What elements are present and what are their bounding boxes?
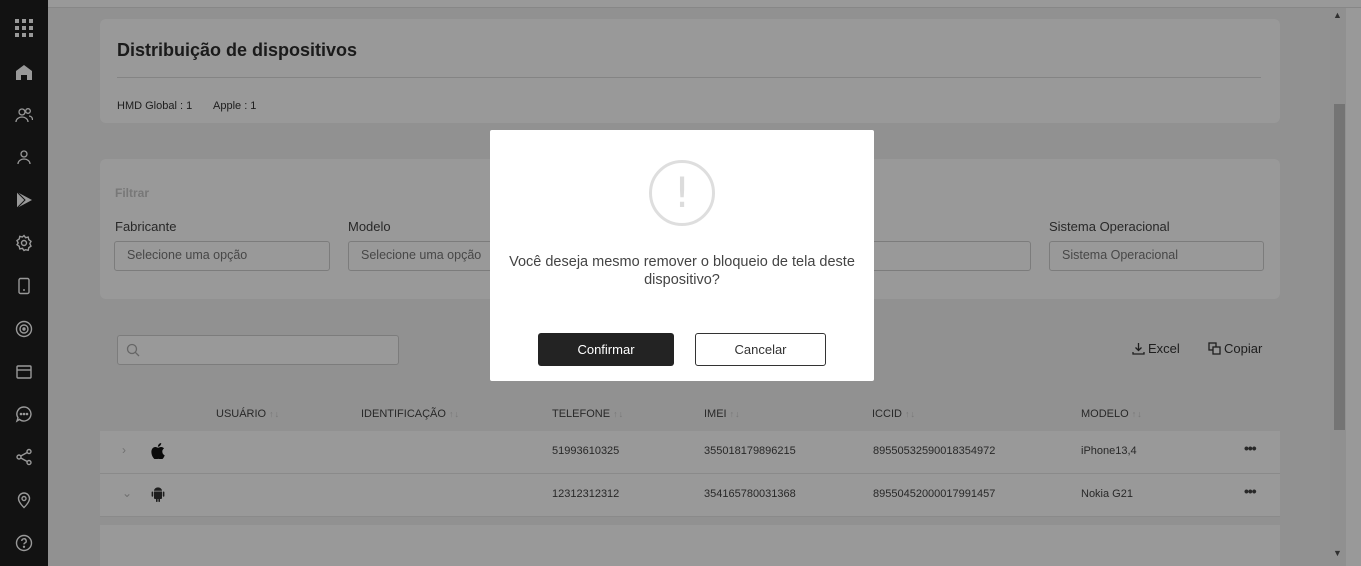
dialog-message: Você deseja mesmo remover o bloqueio de … bbox=[509, 254, 855, 288]
confirm-dialog: ! Você deseja mesmo remover o bloqueio d… bbox=[490, 130, 874, 381]
confirm-button[interactable]: Confirmar bbox=[538, 333, 674, 366]
warning-icon: ! bbox=[649, 160, 715, 226]
cancel-button[interactable]: Cancelar bbox=[695, 333, 826, 366]
